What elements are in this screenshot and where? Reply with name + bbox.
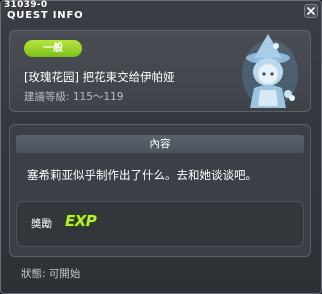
quest-name: [玫瑰花园] 把花束交给伊帕娅: [24, 70, 175, 84]
reward-box: [16, 201, 304, 247]
difficulty-badge: 一般: [24, 40, 82, 57]
exp-reward-icon: EXP: [65, 212, 97, 230]
npc-portrait: [232, 30, 308, 112]
reward-label: 獎勵: [31, 218, 52, 230]
close-icon[interactable]: [304, 3, 318, 18]
quest-status: 狀態: 可開始: [21, 268, 81, 280]
quest-id: 31039-0: [4, 0, 48, 10]
window-title: QUEST INFO: [7, 10, 84, 21]
content-text: 塞希莉亚似乎制作出了什么。去和她谈谈吧。: [27, 168, 257, 182]
content-header: 內容: [16, 135, 304, 153]
recommended-level: 建議等級: 115～119: [24, 91, 124, 103]
